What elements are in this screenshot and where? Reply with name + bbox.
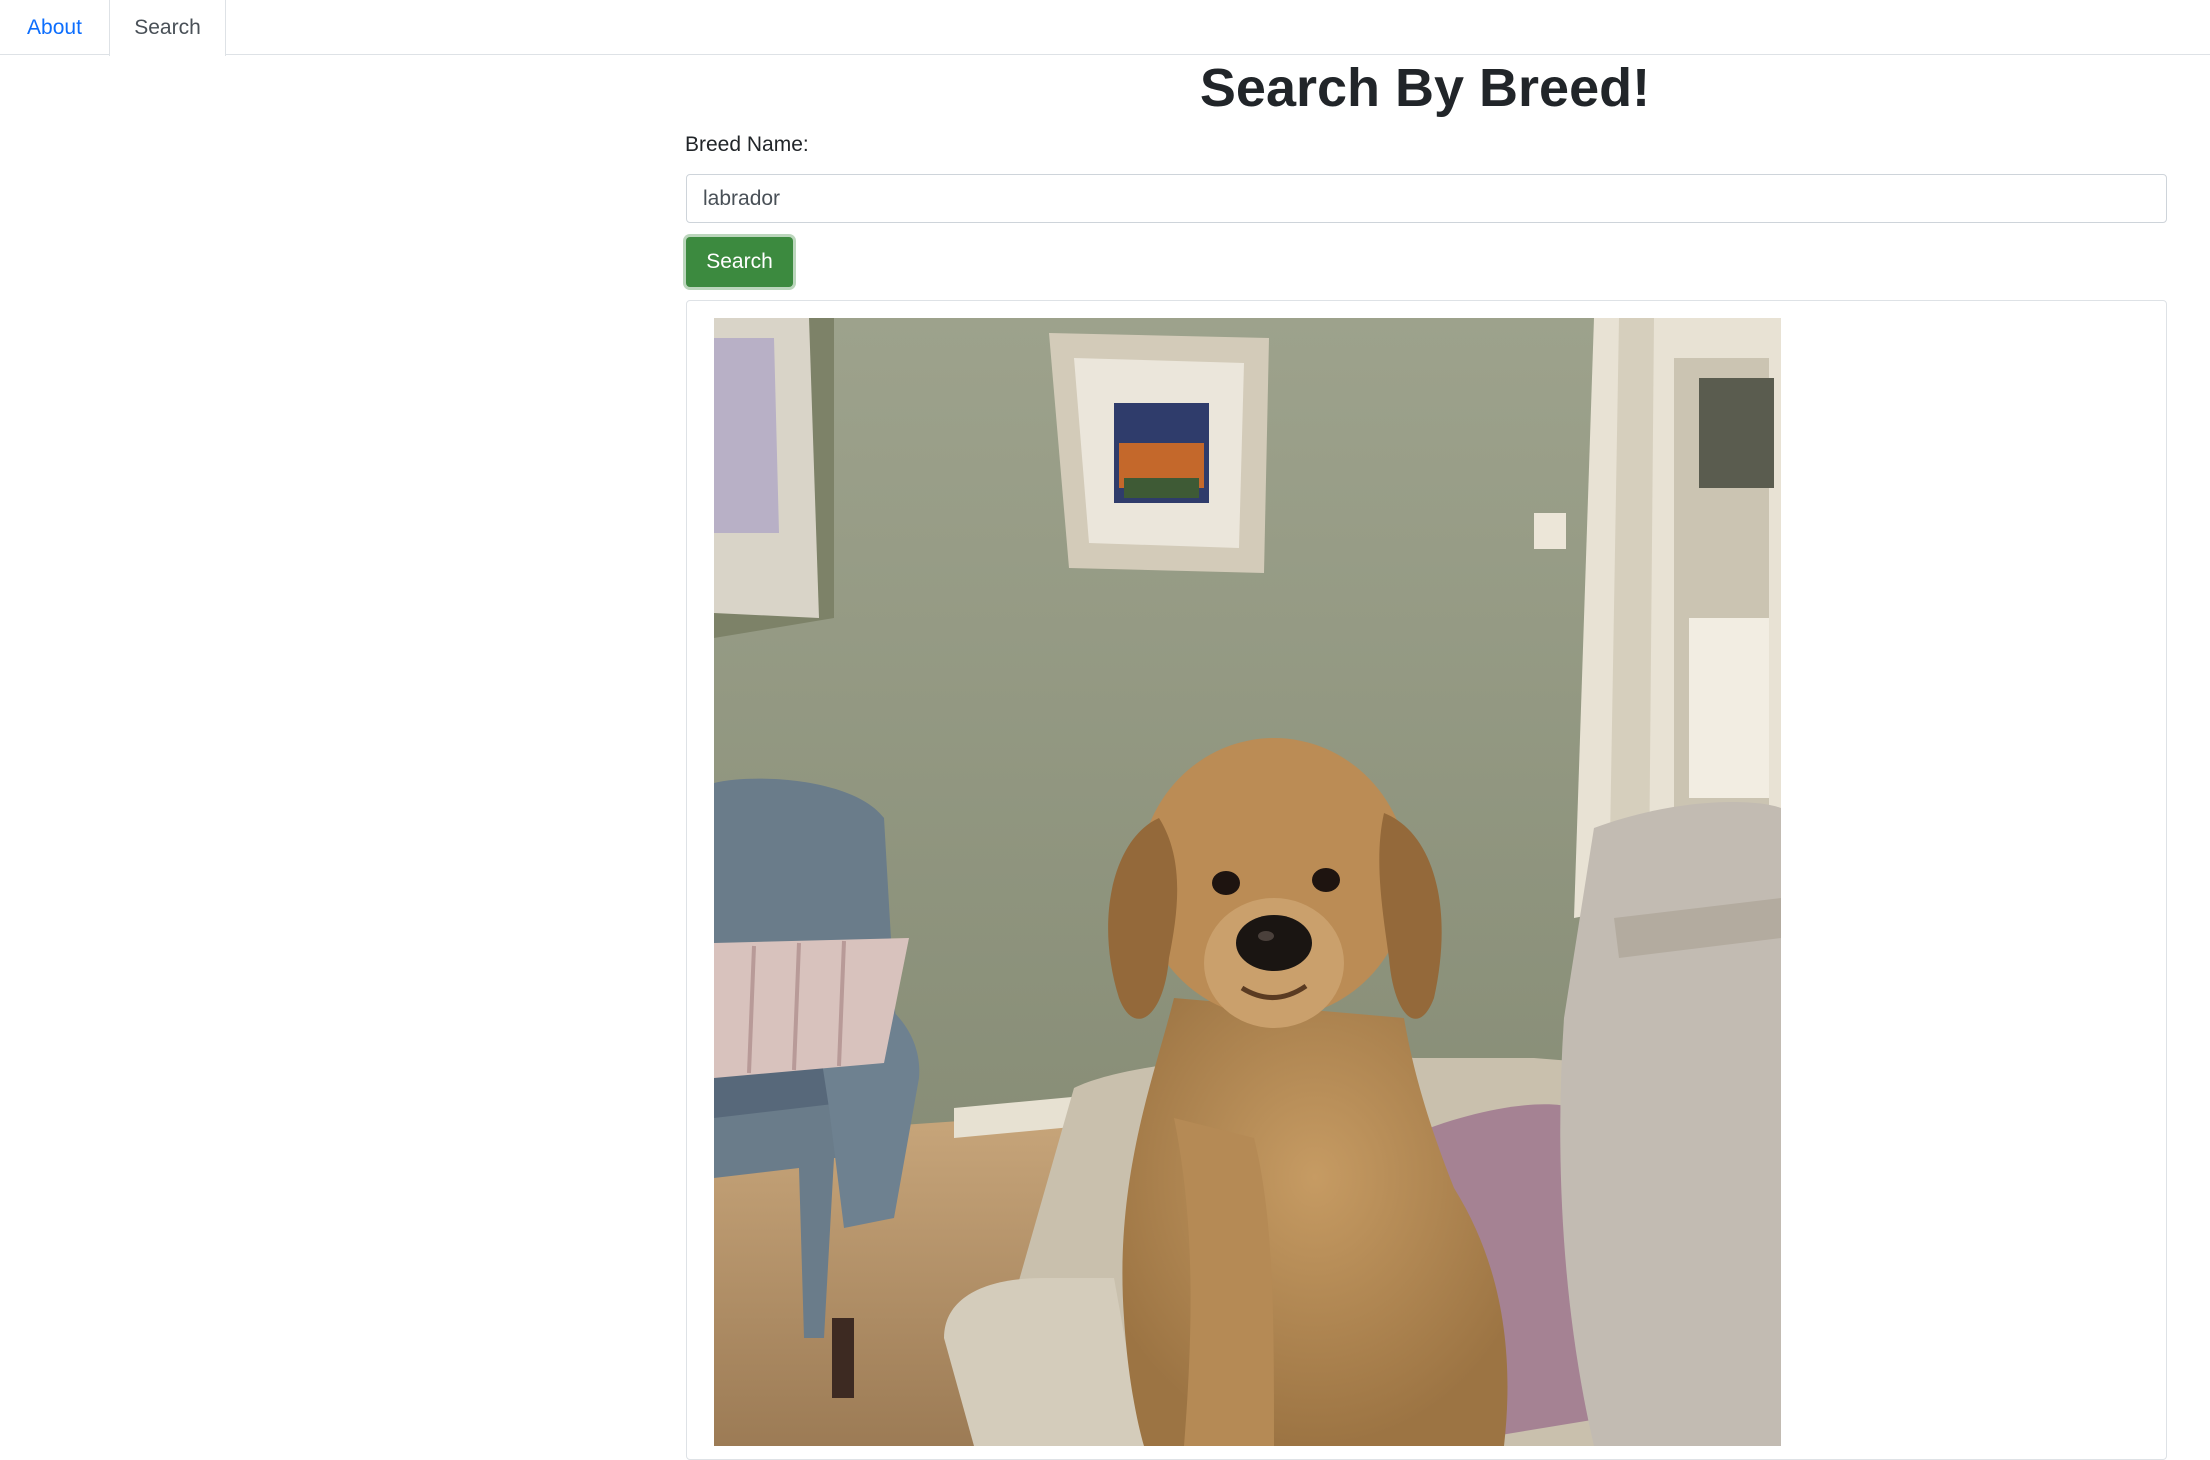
dog-photo (714, 318, 1781, 1446)
breed-name-label: Breed Name: (685, 133, 809, 156)
nav-tabs: About Search (0, 0, 2210, 56)
search-button[interactable]: Search (686, 237, 793, 287)
breed-search-input[interactable] (686, 174, 2167, 223)
tab-about[interactable]: About (0, 0, 109, 55)
page-title: Search By Breed! (1199, 58, 1651, 118)
tab-search[interactable]: Search (109, 0, 226, 56)
